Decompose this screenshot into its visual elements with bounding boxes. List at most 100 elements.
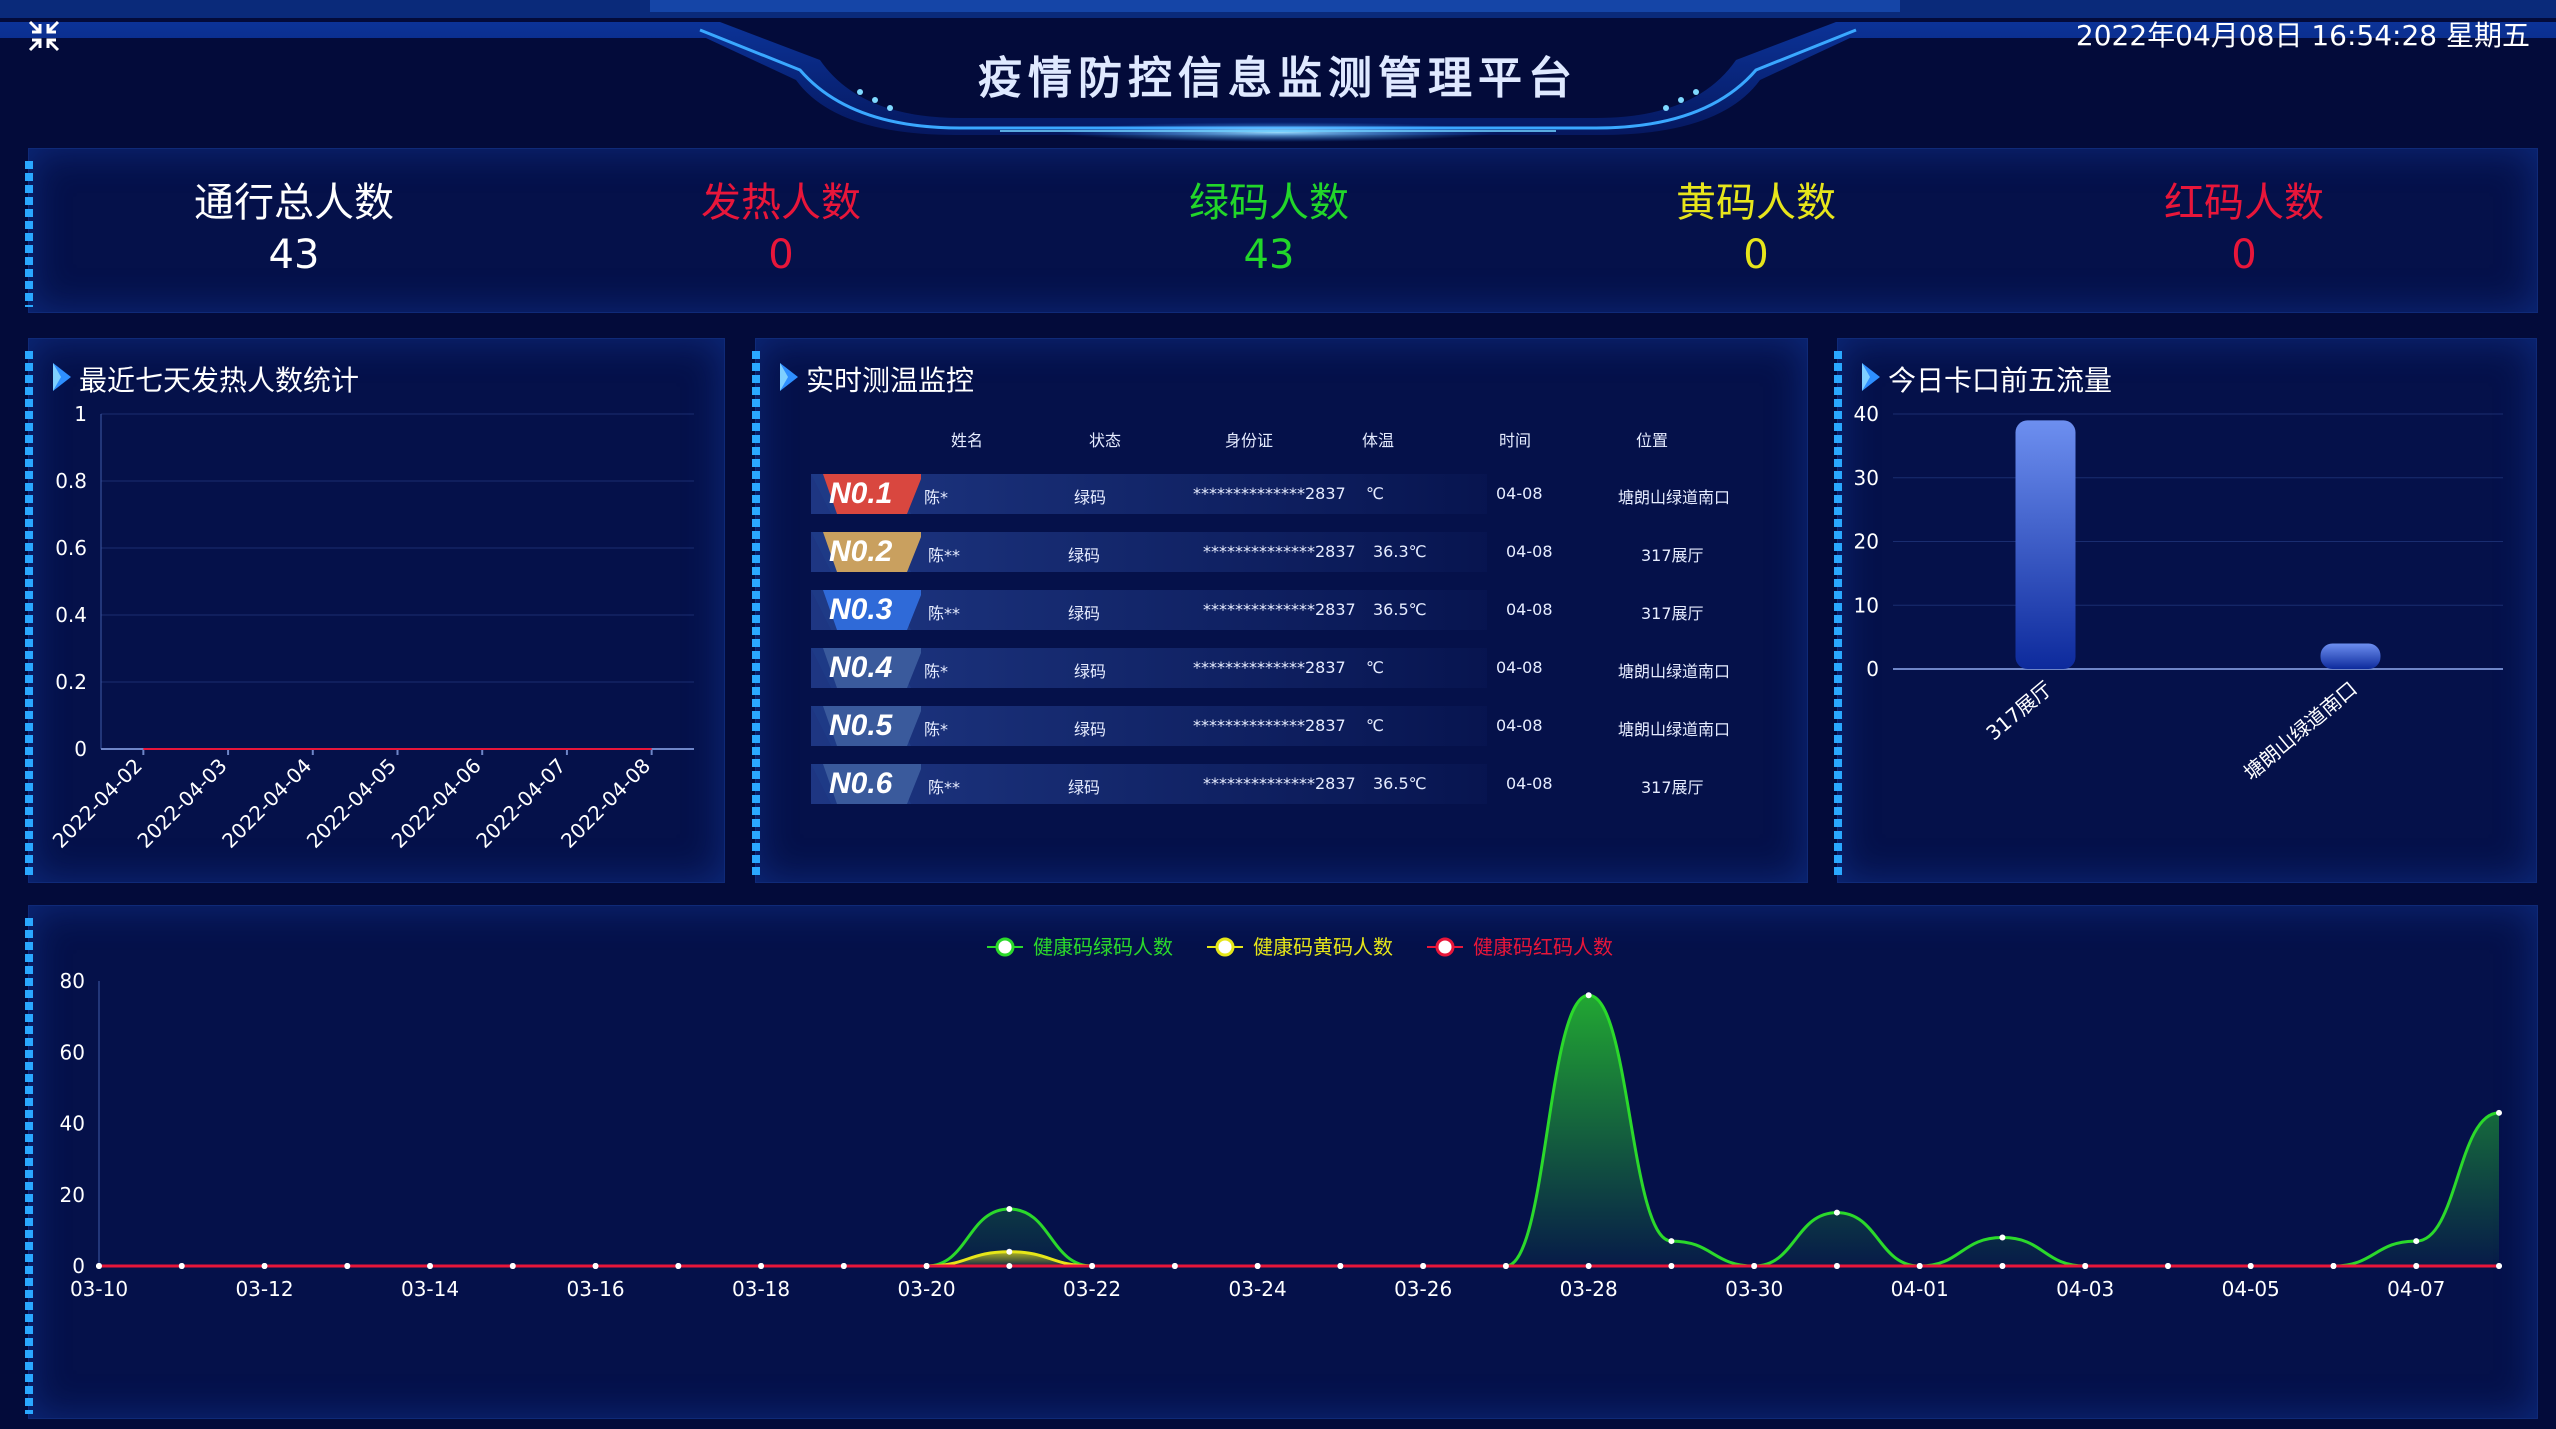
cell-location: 塘朗山绿道南口 [1618,662,1731,681]
stat-label: 黄码人数 [1676,180,1836,226]
series-point[interactable] [1337,1263,1344,1269]
table-row[interactable]: N0.6 陈** 绿码 **************2837 36.5℃ 04-08 317… [811,764,1704,804]
temperature-panel: 实时测温监控 姓名 状态 身份证 体温 时间 位置 N0.1 陈* 绿码 ******… [752,338,1808,883]
column-header-status: 状态 [1089,431,1122,450]
series-point[interactable] [1585,992,1592,999]
series-point[interactable] [2413,1263,2420,1269]
x-tick-label: 03-26 [1394,1277,1452,1301]
series-point[interactable] [1668,1263,1675,1269]
series-point[interactable] [2164,1263,2171,1269]
series-point[interactable] [1502,1263,1509,1269]
series-point[interactable] [1420,1263,1427,1269]
cell-location: 塘朗山绿道南口 [1618,720,1731,739]
trend-panel: 健康码绿码人数 健康码黄码人数 健康码红码人数 80 60 40 20 0 03-10 03-12… [25,905,2538,1419]
x-tick-label: 2022-04-04 [217,754,316,853]
cell-name: 陈** [928,778,961,797]
stat-value: 43 [1243,232,1295,278]
x-tick-label: 03-22 [1063,1277,1121,1301]
series-point[interactable] [923,1263,930,1269]
table-row[interactable]: N0.4 陈* 绿码 **************2837 ℃ 04-08 塘朗山绿道南口 [811,648,1730,688]
series-point[interactable] [675,1263,682,1269]
series-point[interactable] [592,1263,599,1269]
cell-time: 04-08 [1506,774,1553,793]
series-point[interactable] [1254,1263,1261,1269]
series-point[interactable] [1833,1263,1840,1269]
series-point[interactable] [1751,1263,1758,1269]
y-tick-label: 0 [1866,657,1879,681]
series-point[interactable] [1006,1263,1013,1269]
table-row[interactable]: N0.2 陈** 绿码 **************2837 36.3℃ 04-08 317… [811,532,1704,572]
y-tick-label: 80 [60,969,85,993]
fever-panel: 最近七天发热人数统计 1 0.8 0.6 0.4 0.2 0 2022-04-02 2022-… [25,338,725,883]
series-point[interactable] [96,1263,102,1269]
series-point[interactable] [1089,1263,1096,1269]
table-row[interactable]: N0.5 陈* 绿码 **************2837 ℃ 04-08 塘朗山绿道南口 [811,706,1730,746]
series-point[interactable] [1585,1263,1592,1269]
cell-status: 绿码 [1068,546,1101,565]
rank-label: N0.4 [829,651,893,684]
series-point[interactable] [2413,1238,2420,1245]
cell-id: **************2837 [1193,658,1346,677]
legend-label[interactable]: 健康码绿码人数 [1033,935,1173,959]
series-point[interactable] [1006,1206,1013,1212]
cell-location: 317展厅 [1641,778,1704,797]
cell-temp: 36.5℃ [1373,774,1427,793]
x-tick-label: 03-24 [1229,1277,1287,1301]
bar[interactable] [2320,643,2381,670]
legend-marker[interactable] [995,937,1015,957]
stat-label: 红码人数 [2164,180,2324,226]
stat-value: 0 [2231,232,2257,278]
cell-name: 陈** [928,604,961,623]
series-line [99,1250,2499,1268]
series-point[interactable] [1668,1238,1675,1245]
cell-status: 绿码 [1074,488,1107,507]
cell-id: **************2837 [1203,774,1356,793]
series-point[interactable] [1916,1263,1923,1269]
series-point[interactable] [1006,1248,1013,1255]
cell-temp: ℃ [1366,484,1384,503]
y-tick-label: 10 [1854,593,1879,617]
series-point[interactable] [509,1263,516,1269]
series-point[interactable] [1999,1234,2006,1241]
series-point[interactable] [2496,1263,2502,1269]
x-tick-label: 03-20 [898,1277,956,1301]
series-point[interactable] [261,1263,268,1269]
stat-value: 43 [268,232,320,278]
series-point[interactable] [344,1263,351,1269]
bar[interactable] [2015,420,2076,669]
series-point[interactable] [178,1263,185,1269]
cell-location: 317展厅 [1641,604,1704,623]
series-point[interactable] [1171,1263,1178,1269]
series-point[interactable] [427,1263,434,1269]
column-header-name: 姓名 [951,431,984,450]
x-tick-label: 317展厅 [1981,676,2056,745]
column-header-temp: 体温 [1362,431,1395,450]
series-point[interactable] [2082,1263,2089,1269]
x-tick-label: 04-01 [1891,1277,1949,1301]
series-point[interactable] [840,1263,847,1269]
table-row[interactable]: N0.3 陈** 绿码 **************2837 36.5℃ 04-08 317… [811,590,1704,630]
series-point[interactable] [1999,1263,2006,1269]
cell-time: 04-08 [1506,542,1553,561]
x-tick-label: 03-12 [235,1277,293,1301]
gate-chart: 40 30 20 10 0 317展厅 塘朗山绿道南口 [1854,402,2503,785]
legend-marker[interactable] [1215,937,1235,957]
series-point[interactable] [2496,1109,2502,1116]
legend-label[interactable]: 健康码红码人数 [1473,935,1613,959]
table-row[interactable]: N0.1 陈* 绿码 **************2837 ℃ 04-08 塘朗山绿道南口 [811,474,1730,514]
rank-label: N0.2 [829,535,893,568]
stat-card: 通行总人数 43 [144,177,444,281]
x-tick-label: 03-14 [401,1277,459,1301]
series-point[interactable] [2247,1263,2254,1269]
stat-card: 绿码人数 43 [1119,177,1419,281]
cell-time: 04-08 [1496,484,1543,503]
series-point[interactable] [1833,1209,1840,1216]
series-point[interactable] [2330,1263,2337,1269]
series-point[interactable] [758,1263,765,1269]
cell-status: 绿码 [1074,662,1107,681]
cell-status: 绿码 [1068,778,1101,797]
cell-temp: ℃ [1366,658,1384,677]
stat-card: 黄码人数 0 [1606,177,1906,281]
legend-label[interactable]: 健康码黄码人数 [1253,935,1393,959]
legend-marker[interactable] [1435,937,1455,957]
